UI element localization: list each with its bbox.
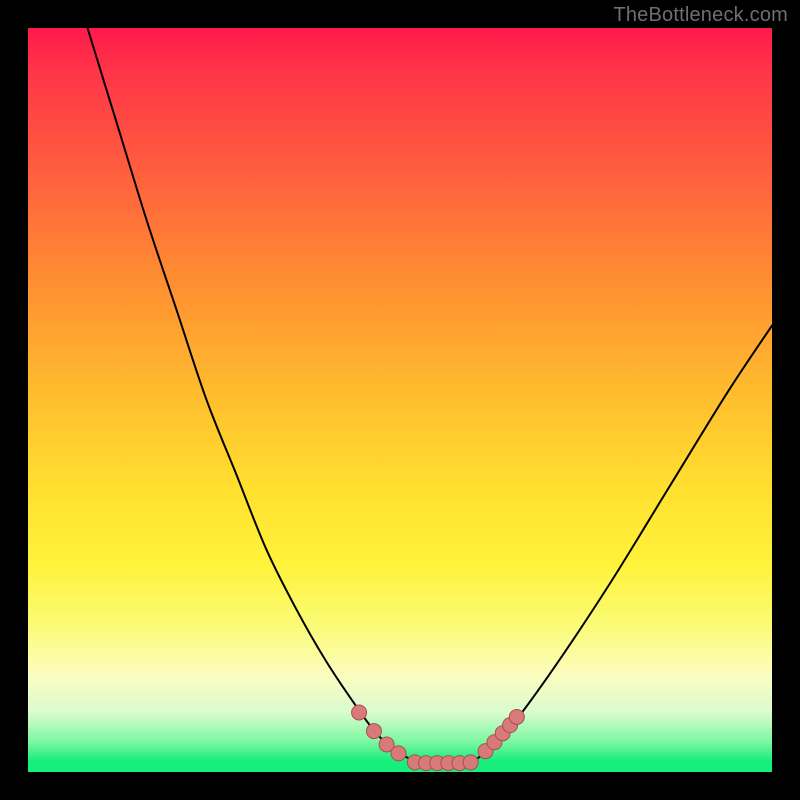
marker-left-dots	[366, 724, 381, 739]
curve-left-curve	[88, 28, 415, 761]
chart-frame: TheBottleneck.com	[0, 0, 800, 800]
marker-left-dots	[352, 705, 367, 720]
marker-floor-blob	[463, 755, 478, 770]
marker-left-dots	[391, 746, 406, 761]
chart-svg	[28, 28, 772, 772]
curve-right-curve	[474, 326, 772, 761]
plot-area	[28, 28, 772, 772]
watermark-text: TheBottleneck.com	[613, 4, 788, 27]
marker-right-dots	[509, 709, 524, 724]
